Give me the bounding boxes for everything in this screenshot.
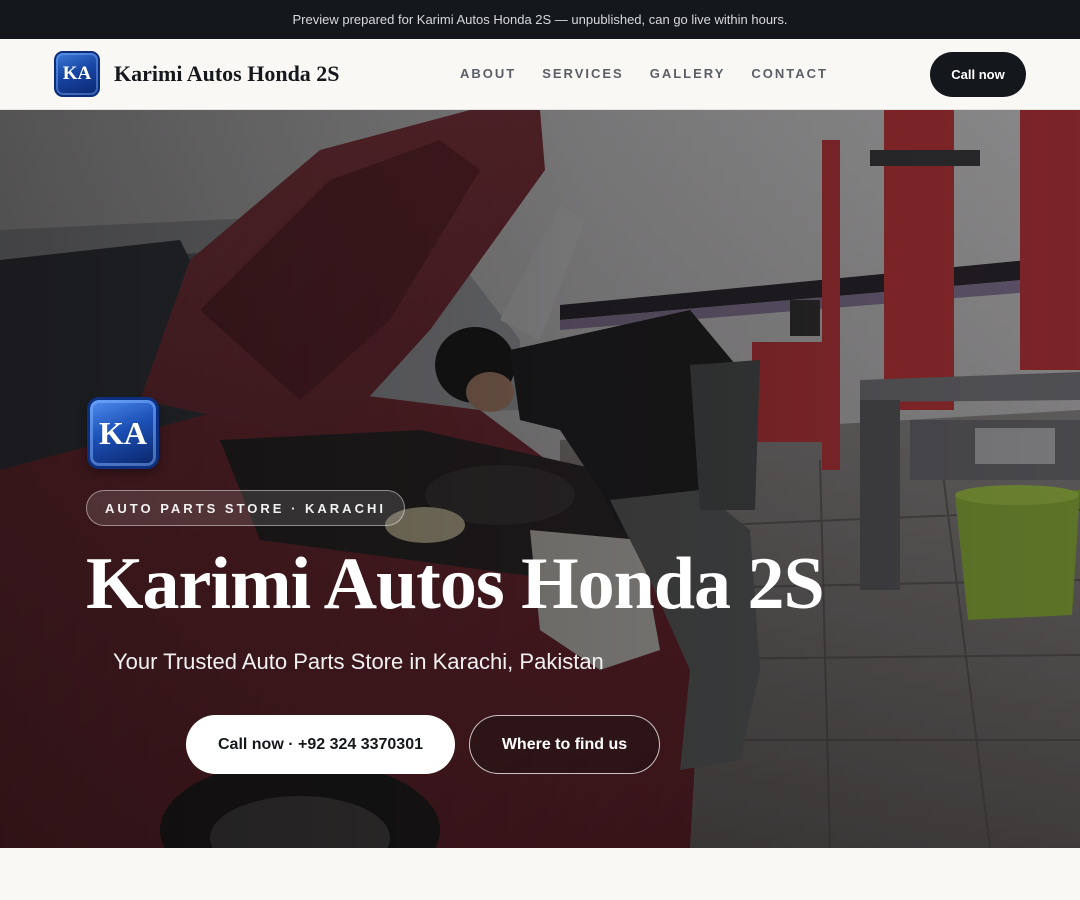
brand-logo[interactable]: KA	[54, 51, 100, 97]
hero-logo: KA	[87, 397, 159, 469]
next-section	[0, 848, 1080, 900]
category-badge: AUTO PARTS STORE · KARACHI	[86, 490, 405, 526]
nav-about[interactable]: ABOUT	[460, 66, 516, 81]
hero-subtitle: Your Trusted Auto Parts Store in Karachi…	[113, 649, 604, 674]
main-nav: ABOUT SERVICES GALLERY CONTACT	[460, 66, 828, 81]
site-header: KA Karimi Autos Honda 2S ABOUT SERVICES …	[0, 39, 1080, 110]
hero-section: KA AUTO PARTS STORE · KARACHI Karimi Aut…	[0, 110, 1080, 848]
call-now-button[interactable]: Call now · +92 324 3370301	[186, 715, 455, 774]
brand-name[interactable]: Karimi Autos Honda 2S	[114, 61, 340, 87]
preview-notice: Preview prepared for Karimi Autos Honda …	[292, 12, 788, 27]
hero-title: Karimi Autos Honda 2S	[86, 543, 825, 625]
nav-gallery[interactable]: GALLERY	[650, 66, 726, 81]
nav-contact[interactable]: CONTACT	[751, 66, 828, 81]
nav-services[interactable]: SERVICES	[542, 66, 624, 81]
preview-banner: Preview prepared for Karimi Autos Honda …	[0, 0, 1080, 39]
find-us-button[interactable]: Where to find us	[469, 715, 660, 774]
header-call-button[interactable]: Call now	[930, 52, 1026, 97]
